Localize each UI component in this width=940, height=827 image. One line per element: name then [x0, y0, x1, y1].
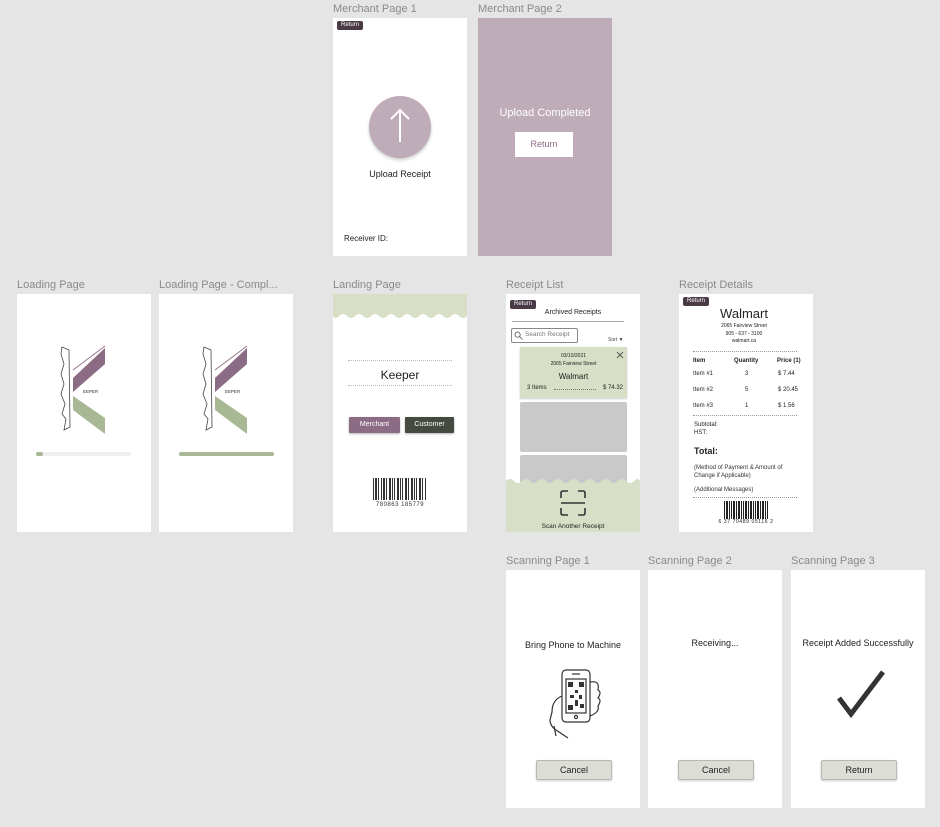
return-button[interactable]: Return: [337, 21, 364, 30]
col-header-quantity: Quantity: [734, 358, 759, 364]
row-qty: 3: [745, 371, 749, 377]
receiver-id-label: Receiver ID:: [344, 234, 389, 243]
landing-header-wave: [333, 294, 467, 318]
row-item: Item #1: [693, 371, 714, 377]
phone-qr-hand-icon: [549, 669, 601, 739]
divider-bottom: [348, 385, 452, 386]
messages-note: (Additional Messages): [694, 487, 754, 493]
frame-scan-1: Bring Phone to Machine Cancel: [506, 570, 640, 808]
return-button[interactable]: Return: [515, 132, 573, 157]
total-label: Total:: [694, 446, 718, 456]
scan-message: Receipt Added Successfully: [802, 638, 914, 648]
receipt-store: Walmart: [558, 372, 589, 381]
frame-loading-complete: EEPER: [159, 294, 293, 532]
col-header-price: Price (1): [777, 358, 801, 364]
return-button[interactable]: Return: [821, 760, 897, 780]
frame-landing: Keeper Merchant Customer 780863 185779: [333, 294, 467, 532]
scan-message: Bring Phone to Machine: [524, 640, 622, 650]
receipt-total: $ 74.32: [602, 385, 623, 391]
payment-note: (Method of Payment & Amount of Change if…: [694, 465, 783, 479]
row-price: $ 20.45: [778, 387, 799, 393]
search-icon: [514, 331, 523, 340]
archived-receipts-title: Archived Receipts: [544, 309, 602, 316]
receipt-address: 2065 Fairview Street: [550, 361, 597, 367]
row-price: $ 1.56: [778, 403, 795, 409]
sort-button[interactable]: Sort ▼: [608, 337, 624, 343]
frame-scan-3: Receipt Added Successfully Return: [791, 570, 925, 808]
frame-label-scan-1: Scanning Page 1: [506, 555, 590, 567]
receipt-store: Walmart: [720, 306, 768, 321]
frame-label-receipt-list: Receipt List: [506, 279, 564, 291]
checkmark-icon: [837, 670, 885, 719]
row-qty: 5: [745, 387, 749, 393]
search-input[interactable]: Search Receipt: [511, 328, 578, 343]
divider: [693, 351, 797, 352]
barcode-icon: [724, 501, 768, 519]
receipt-address: 2065 Fairview Street: [721, 323, 767, 329]
frame-scan-2: Receiving... Cancel: [648, 570, 782, 808]
subtotal-label: Subtotal:: [694, 422, 718, 428]
close-icon[interactable]: [616, 351, 624, 359]
keeper-logo-icon: EEPER: [202, 345, 248, 434]
keeper-logo-icon: EEPER: [60, 345, 106, 434]
card-dots: [554, 389, 596, 390]
search-placeholder: Search Receipt: [525, 331, 570, 338]
frame-label-loading: Loading Page: [17, 279, 85, 291]
cancel-button[interactable]: Cancel: [536, 760, 612, 780]
frame-merchant-2: Upload Completed Return: [478, 18, 612, 256]
receipt-items: 3 Items: [527, 385, 547, 391]
progress-fill: [36, 452, 43, 456]
row-item: Item #2: [693, 387, 714, 393]
frame-label-scan-3: Scanning Page 3: [791, 555, 875, 567]
col-header-item: Item: [693, 358, 706, 364]
scan-frame-icon[interactable]: [560, 490, 586, 516]
logo-text: EEPER: [225, 389, 241, 394]
frame-label-scan-2: Scanning Page 2: [648, 555, 732, 567]
hst-label: HST:: [694, 430, 708, 436]
row-qty: 1: [745, 403, 749, 409]
divider: [693, 497, 797, 498]
frame-label-loading-complete: Loading Page - Compl...: [159, 279, 278, 291]
scan-another-label[interactable]: Scan Another Receipt: [506, 523, 640, 530]
customer-button[interactable]: Customer: [405, 417, 454, 433]
frame-label-merchant-2: Merchant Page 2: [478, 3, 562, 15]
upload-completed-text: Upload Completed: [499, 107, 591, 119]
scan-message: Receiving...: [691, 638, 739, 648]
barcode-number: 780863 185779: [375, 502, 425, 508]
arrow-up-icon: [390, 108, 410, 142]
cancel-button[interactable]: Cancel: [678, 760, 754, 780]
receipt-card-placeholder[interactable]: [520, 402, 627, 452]
frame-merchant-1: Return Upload Receipt Receiver ID:: [333, 18, 467, 256]
receipt-card[interactable]: 03/10/2021 2065 Fairview Street Walmart …: [520, 347, 627, 398]
frame-receipt-list: Return Archived Receipts Search Receipt …: [506, 294, 640, 532]
title-divider: [512, 321, 624, 322]
frame-loading: EEPER: [17, 294, 151, 532]
upload-receipt-label: Upload Receipt: [369, 169, 431, 179]
return-button[interactable]: Return: [683, 297, 710, 306]
progress-track: [36, 452, 131, 456]
receipt-date: 03/10/2021: [560, 353, 587, 359]
divider-top: [348, 360, 452, 361]
progress-track: [179, 452, 274, 456]
app-name: Keeper: [380, 368, 420, 382]
frame-receipt-details: Return Walmart 2065 Fairview Street 905 …: [679, 294, 813, 532]
row-item: Item #3: [693, 403, 714, 409]
frame-label-receipt-details: Receipt Details: [679, 279, 753, 291]
logo-text: EEPER: [83, 389, 99, 394]
upload-receipt-button[interactable]: [369, 96, 431, 158]
merchant-button[interactable]: Merchant: [349, 417, 400, 433]
divider: [693, 415, 797, 416]
return-button[interactable]: Return: [510, 300, 537, 309]
receipt-website: walmart.ca: [731, 338, 757, 344]
frame-label-landing: Landing Page: [333, 279, 401, 291]
barcode-icon: [373, 478, 426, 500]
barcode-number: 6 37 70489 05116 2: [718, 519, 774, 525]
frame-label-merchant-1: Merchant Page 1: [333, 3, 417, 15]
progress-fill: [179, 452, 274, 456]
row-price: $ 7.44: [778, 371, 795, 377]
receipt-phone: 905 - 637 - 3100: [725, 331, 763, 337]
